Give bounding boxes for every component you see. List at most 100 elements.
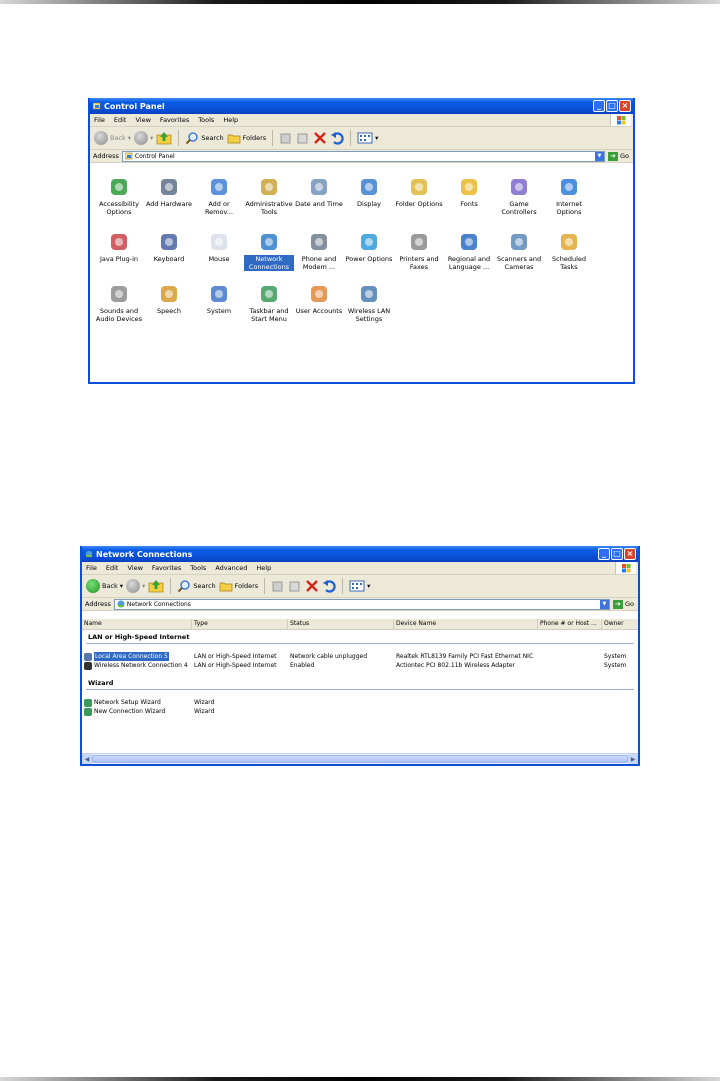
go-button[interactable]: ➔ Go bbox=[607, 151, 633, 161]
table-row[interactable]: Wireless Network Connection 4 LAN or High… bbox=[82, 661, 638, 670]
minimize-button[interactable]: _ bbox=[593, 100, 605, 112]
views-button[interactable]: ▾ bbox=[349, 580, 370, 592]
cp-item-add-or-remov[interactable]: Add or Remov... bbox=[194, 176, 244, 216]
menu-view[interactable]: View bbox=[135, 116, 150, 124]
search-button[interactable]: Search bbox=[177, 579, 216, 593]
copy-to-icon[interactable] bbox=[296, 131, 310, 145]
title-bar[interactable]: Control Panel _ □ × bbox=[90, 98, 633, 114]
maximize-button[interactable]: □ bbox=[611, 548, 623, 560]
forward-button[interactable]: ▾ bbox=[134, 131, 153, 145]
menu-help[interactable]: Help bbox=[256, 564, 271, 572]
column-name[interactable]: Name bbox=[82, 619, 192, 629]
views-button[interactable]: ▾ bbox=[357, 132, 378, 144]
move-to-icon[interactable] bbox=[279, 131, 293, 145]
scroll-right-icon[interactable]: ▶ bbox=[628, 754, 638, 764]
cell-owner: System bbox=[604, 653, 627, 660]
title-bar[interactable]: Network Connections _ □ × bbox=[82, 546, 638, 562]
menu-file[interactable]: File bbox=[86, 564, 97, 572]
up-folder-icon[interactable] bbox=[148, 579, 164, 593]
clock-icon bbox=[308, 176, 330, 198]
cp-item-administrative-tools[interactable]: Administrative Tools bbox=[244, 176, 294, 216]
column-phone[interactable]: Phone # or Host ... bbox=[538, 619, 602, 629]
cp-item-label: Regional and Language ... bbox=[447, 255, 491, 271]
cp-item-folder-options[interactable]: Folder Options bbox=[394, 176, 444, 208]
cp-item-date-and-time[interactable]: Date and Time bbox=[294, 176, 344, 208]
cp-item-user-accounts[interactable]: User Accounts bbox=[294, 283, 344, 315]
forward-button[interactable]: ▾ bbox=[126, 579, 145, 593]
table-row[interactable]: Network Setup Wizard Wizard bbox=[82, 698, 638, 707]
copy-to-icon[interactable] bbox=[288, 579, 302, 593]
menu-tools[interactable]: Tools bbox=[198, 116, 214, 124]
search-button[interactable]: Search bbox=[185, 131, 224, 145]
move-to-icon[interactable] bbox=[271, 579, 285, 593]
cell-type: Wizard bbox=[194, 708, 215, 715]
folders-button[interactable]: Folders bbox=[227, 132, 266, 144]
cp-item-internet-options[interactable]: Internet Options bbox=[544, 176, 594, 216]
undo-icon[interactable] bbox=[330, 131, 344, 145]
speaker-icon bbox=[108, 283, 130, 305]
table-row[interactable]: New Connection Wizard Wizard bbox=[82, 707, 638, 716]
cp-item-speech[interactable]: Speech bbox=[144, 283, 194, 315]
menu-advanced[interactable]: Advanced bbox=[215, 564, 247, 572]
cp-item-phone-and-modem[interactable]: Phone and Modem ... bbox=[294, 231, 344, 271]
cp-item-scheduled-tasks[interactable]: Scheduled Tasks bbox=[544, 231, 594, 271]
menu-edit[interactable]: Edit bbox=[106, 564, 119, 572]
cp-item-system[interactable]: System bbox=[194, 283, 244, 315]
address-field[interactable]: Control Panel ▼ bbox=[121, 150, 605, 162]
network-connections-window: Network Connections _ □ × File Edit View… bbox=[80, 546, 640, 766]
cp-item-sounds-and-audio-devices[interactable]: Sounds and Audio Devices bbox=[94, 283, 144, 323]
cp-item-scanners-and-cameras[interactable]: Scanners and Cameras bbox=[494, 231, 544, 271]
menu-file[interactable]: File bbox=[94, 116, 105, 124]
display-icon bbox=[358, 176, 380, 198]
undo-icon[interactable] bbox=[322, 579, 336, 593]
menu-view[interactable]: View bbox=[127, 564, 142, 572]
address-dropdown-icon[interactable]: ▼ bbox=[594, 151, 604, 161]
connections-list: Name Type Status Device Name Phone # or … bbox=[82, 619, 638, 754]
up-folder-icon[interactable] bbox=[156, 131, 172, 145]
cp-item-wireless-lan-settings[interactable]: Wireless LAN Settings bbox=[344, 283, 394, 323]
connection-name: Local Area Connection 5 bbox=[94, 652, 169, 661]
close-button[interactable]: × bbox=[619, 100, 631, 112]
table-row[interactable]: Local Area Connection 5 LAN or High-Speed… bbox=[82, 652, 638, 661]
menu-favorites[interactable]: Favorites bbox=[160, 116, 189, 124]
cp-item-keyboard[interactable]: Keyboard bbox=[144, 231, 194, 263]
menu-edit[interactable]: Edit bbox=[114, 116, 127, 124]
maximize-button[interactable]: □ bbox=[606, 100, 618, 112]
back-button[interactable]: Back ▾ bbox=[94, 131, 131, 145]
column-device-name[interactable]: Device Name bbox=[394, 619, 538, 629]
cp-item-regional-and-language[interactable]: Regional and Language ... bbox=[444, 231, 494, 271]
scroll-left-icon[interactable]: ◀ bbox=[82, 754, 92, 764]
cp-item-accessibility-options[interactable]: Accessibility Options bbox=[94, 176, 144, 216]
scroll-thumb[interactable] bbox=[92, 755, 628, 763]
cp-item-add-hardware[interactable]: Add Hardware bbox=[144, 176, 194, 208]
folders-button[interactable]: Folders bbox=[219, 580, 258, 592]
cp-item-printers-and-faxes[interactable]: Printers and Faxes bbox=[394, 231, 444, 271]
address-field[interactable]: Network Connections ▼ bbox=[113, 598, 610, 610]
cp-item-fonts[interactable]: Fonts bbox=[444, 176, 494, 208]
cp-item-java-plug-in[interactable]: Java Plug-in bbox=[94, 231, 144, 263]
back-button[interactable]: Back ▾ bbox=[86, 579, 123, 593]
minimize-button[interactable]: _ bbox=[598, 548, 610, 560]
cp-item-game-controllers[interactable]: Game Controllers bbox=[494, 176, 544, 216]
menu-tools[interactable]: Tools bbox=[190, 564, 206, 572]
cp-item-power-options[interactable]: Power Options bbox=[344, 231, 394, 263]
menu-favorites[interactable]: Favorites bbox=[152, 564, 181, 572]
menu-bar: File Edit View Favorites Tools Help bbox=[90, 114, 633, 127]
cp-item-network-connections[interactable]: Network Connections bbox=[244, 231, 294, 271]
close-button[interactable]: × bbox=[624, 548, 636, 560]
horizontal-scrollbar[interactable]: ◀ ▶ bbox=[82, 753, 638, 764]
cp-item-label: Date and Time bbox=[295, 200, 343, 208]
column-status[interactable]: Status bbox=[288, 619, 394, 629]
delete-icon[interactable] bbox=[305, 579, 319, 593]
delete-icon[interactable] bbox=[313, 131, 327, 145]
go-button[interactable]: ➔ Go bbox=[612, 599, 638, 609]
cp-item-taskbar-and-start-menu[interactable]: Taskbar and Start Menu bbox=[244, 283, 294, 323]
connection-groups: LAN or High-Speed Internet Local Area Con… bbox=[82, 630, 638, 716]
cp-item-mouse[interactable]: Mouse bbox=[194, 231, 244, 263]
cp-item-display[interactable]: Display bbox=[344, 176, 394, 208]
menu-help[interactable]: Help bbox=[223, 116, 238, 124]
address-dropdown-icon[interactable]: ▼ bbox=[599, 599, 609, 609]
column-type[interactable]: Type bbox=[192, 619, 288, 629]
column-owner[interactable]: Owner bbox=[602, 619, 638, 629]
cp-item-label: Scanners and Cameras bbox=[496, 255, 542, 271]
